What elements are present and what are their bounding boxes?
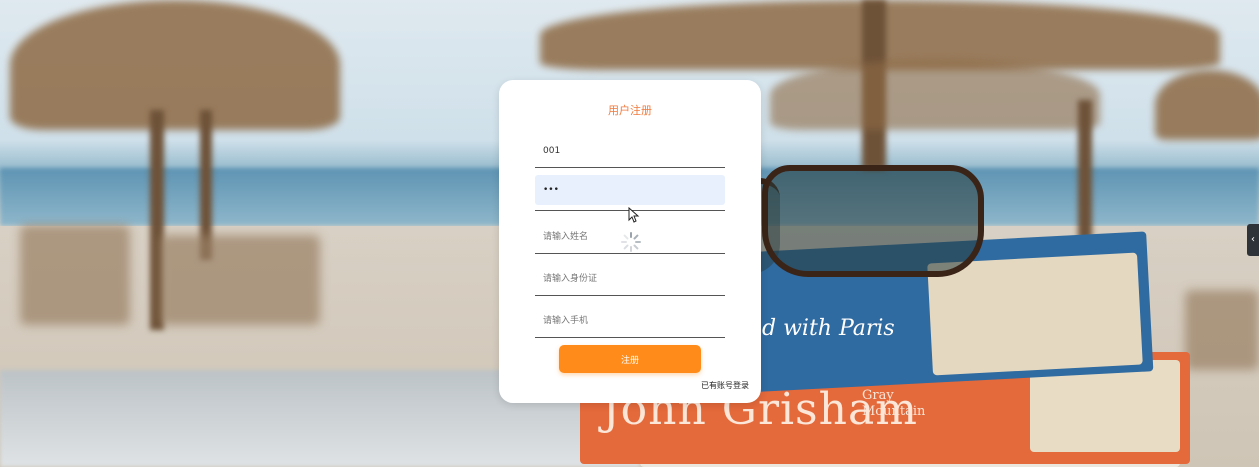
umbrella-mid-pole <box>1078 100 1092 240</box>
name-placeholder: 请输入姓名 <box>543 232 589 242</box>
beach-chair-1 <box>20 225 130 325</box>
username-value: 001 <box>543 145 561 156</box>
side-collapse-tab[interactable]: ‹ <box>1247 224 1259 256</box>
id-card-field[interactable]: 请输入身份证 <box>535 260 725 296</box>
umbrella-left <box>10 0 340 130</box>
mouse-cursor-icon <box>628 207 640 223</box>
beach-chair-2 <box>160 235 320 325</box>
beach-chair-3 <box>1185 290 1259 370</box>
login-link[interactable]: 已有账号登录 <box>701 380 749 391</box>
phone-placeholder: 请输入手机 <box>543 316 589 326</box>
phone-field[interactable]: 请输入手机 <box>535 302 725 338</box>
id-card-placeholder: 请输入身份证 <box>543 274 598 284</box>
register-title: 用户注册 <box>608 104 652 117</box>
password-field[interactable]: ••• <box>535 175 725 205</box>
sunglasses <box>762 165 984 277</box>
book-blue-title: d with Paris <box>762 316 895 341</box>
password-value: ••• <box>543 185 559 195</box>
chevron-left-icon: ‹ <box>1251 234 1255 245</box>
loading-spinner-icon <box>621 232 641 252</box>
umbrella-right <box>1155 70 1259 140</box>
register-card: 用户注册 001 ••• 请输入姓名 请输入身份证 请输入手机 注册 已有账号登… <box>499 80 761 403</box>
username-field[interactable]: 001 <box>535 134 725 168</box>
umbrella-mid <box>770 60 1100 130</box>
book-orange-subtitle: Gray Mountain <box>862 388 926 419</box>
register-button[interactable]: 注册 <box>559 345 701 373</box>
